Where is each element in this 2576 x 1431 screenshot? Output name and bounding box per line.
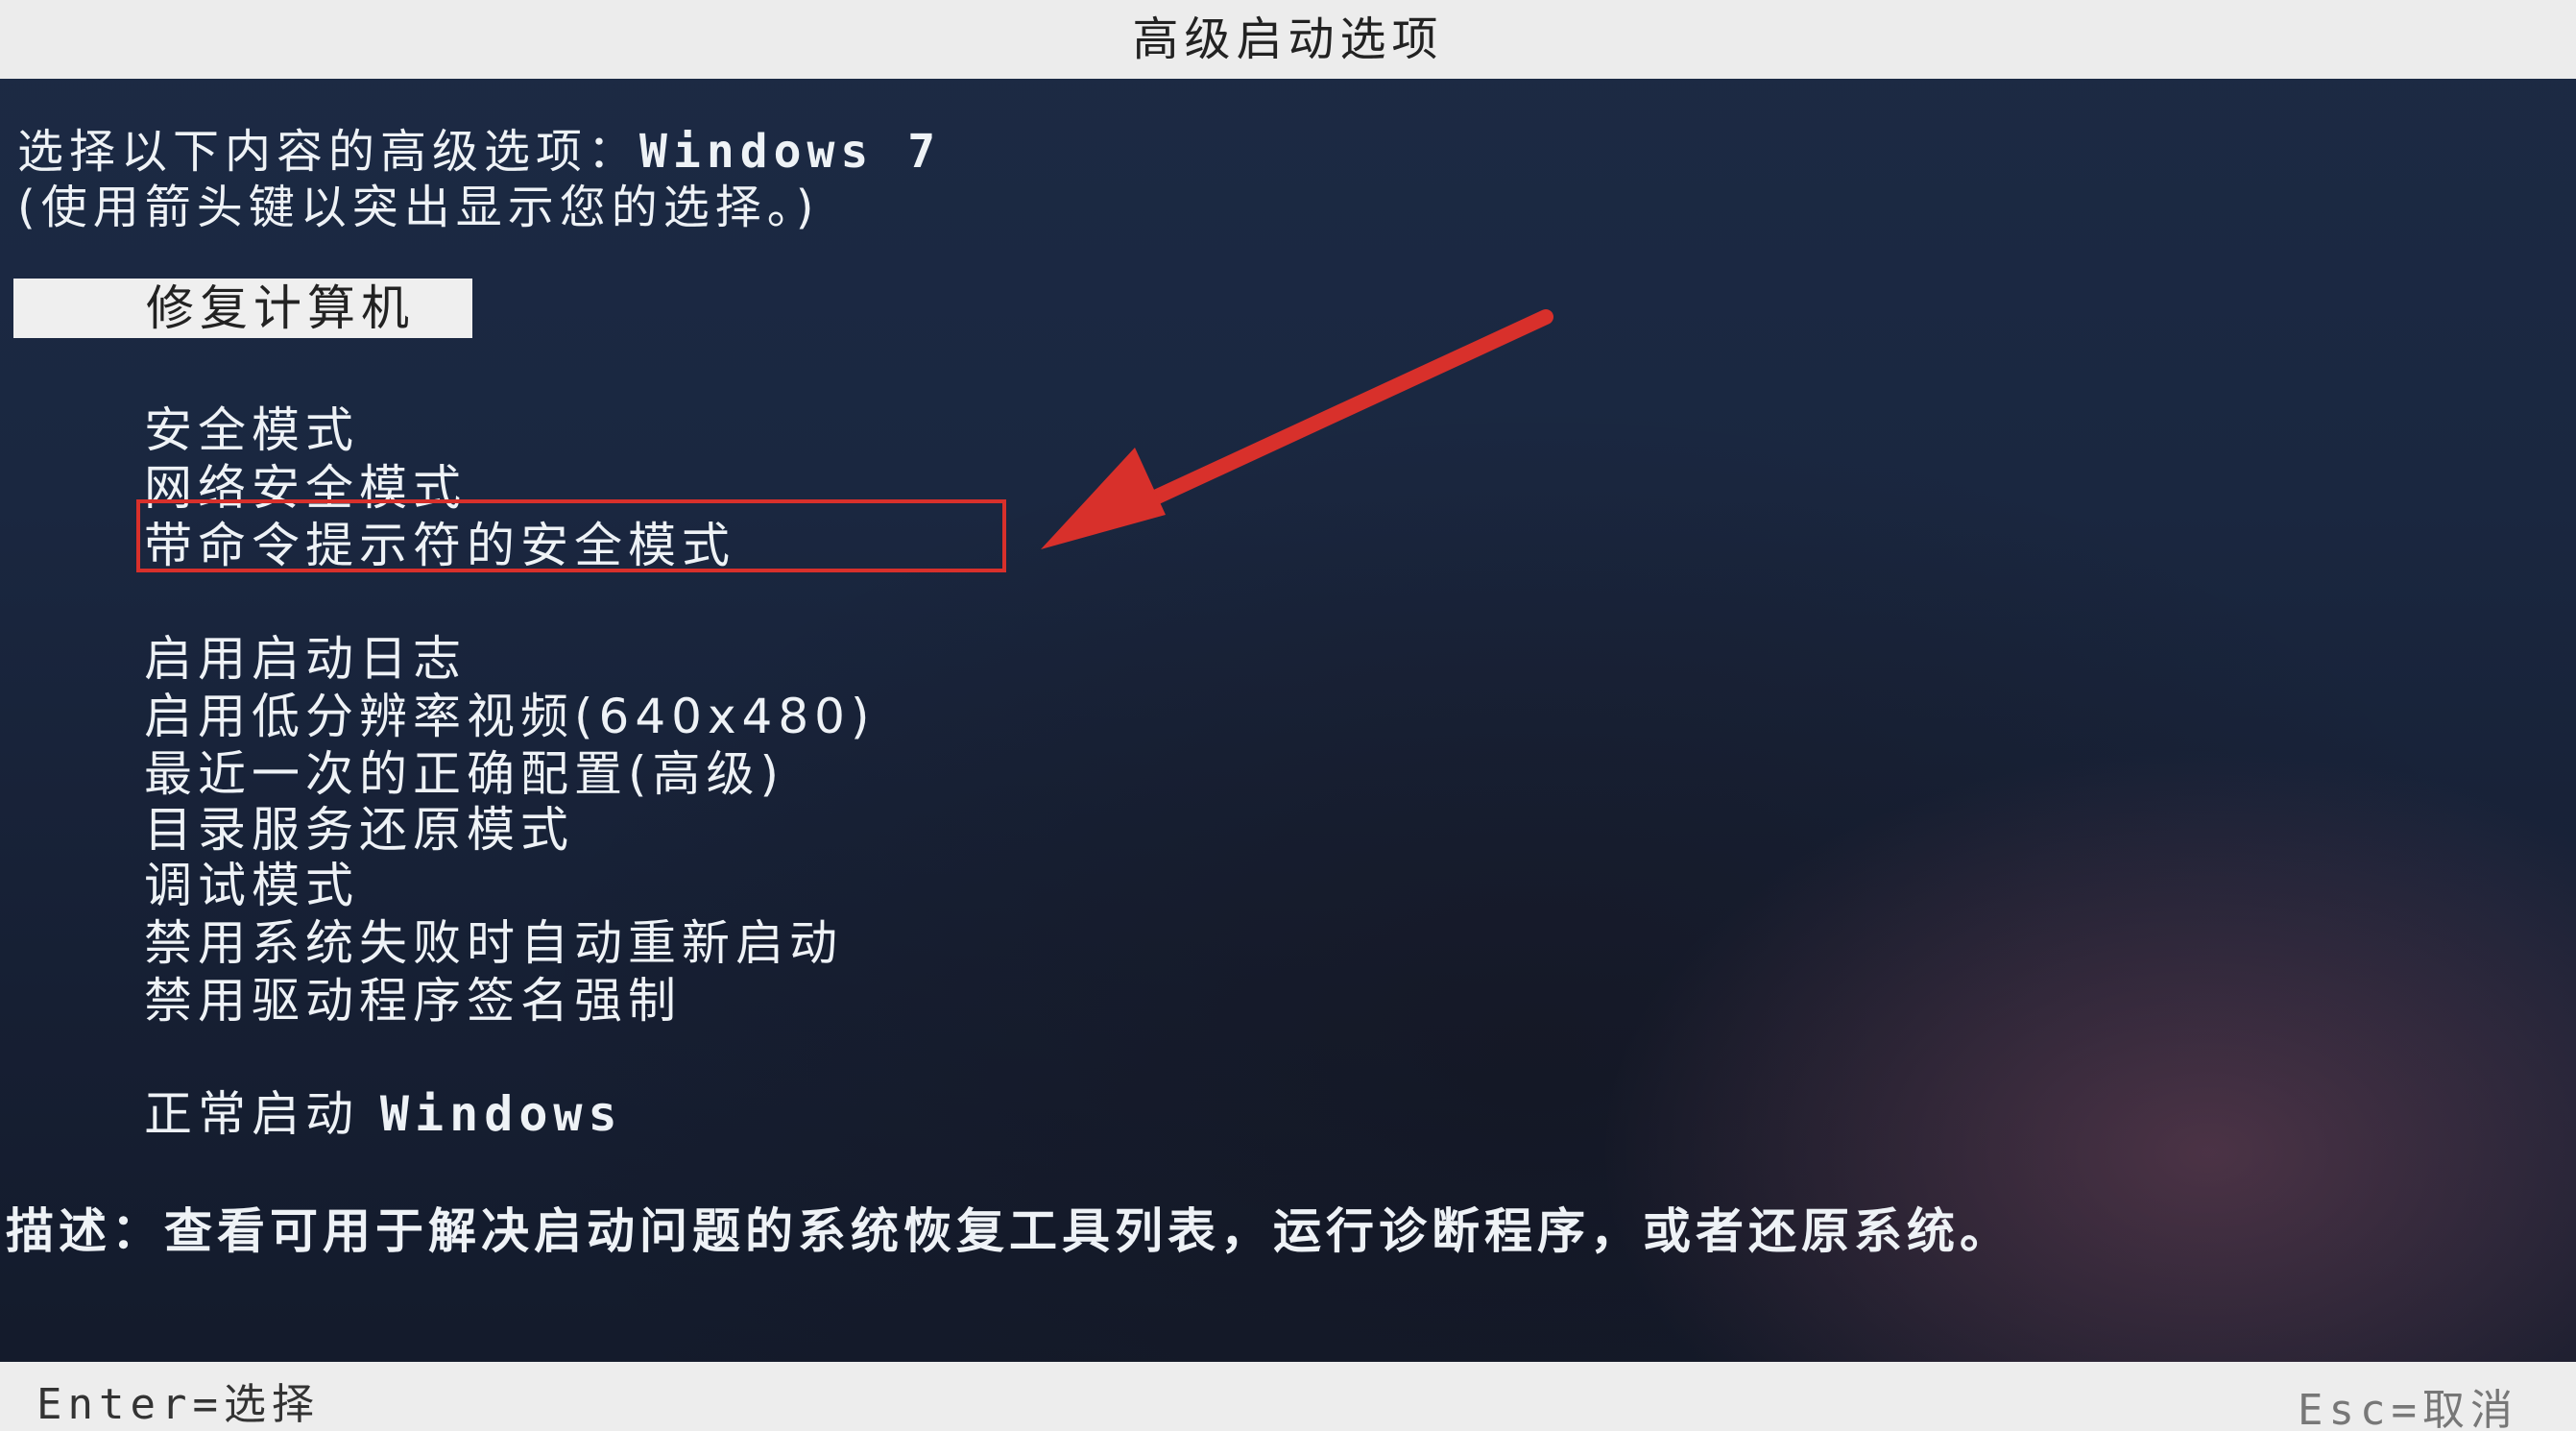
enter-key: Enter= — [36, 1380, 224, 1429]
footer-bar: Enter=选择 Esc=取消 — [0, 1362, 2576, 1431]
enter-hint: Enter=选择 — [36, 1370, 320, 1431]
menu-item-repair-computer[interactable]: 修复计算机 — [13, 279, 472, 338]
description-text: 描述：查看可用于解决启动问题的系统恢复工具列表，运行诊断程序，或者还原系统。 — [6, 1203, 2012, 1259]
prompt-line-2: (使用箭头键以突出显示您的选择。) — [17, 181, 820, 234]
menu-item-disable-driver-signature[interactable]: 禁用驱动程序签名强制 — [144, 962, 682, 1031]
esc-hint: Esc=取消 — [2298, 1375, 2518, 1431]
window-title: 高级启动选项 — [0, 0, 2576, 79]
esc-key: Esc= — [2298, 1386, 2422, 1431]
enter-action: 选择 — [223, 1380, 320, 1429]
annotation-highlight-box — [136, 499, 1006, 572]
annotation-arrow-icon — [1041, 309, 1553, 549]
esc-action: 取消 — [2422, 1386, 2518, 1431]
start-normally-os: Windows — [379, 1086, 623, 1142]
start-normally-label: 正常启动 — [144, 1086, 359, 1142]
boot-screen: 高级启动选项 选择以下内容的高级选项：Windows 7 (使用箭头键以突出显示… — [0, 0, 2576, 1431]
menu-item-start-normally[interactable]: 正常启动 Windows — [144, 1076, 623, 1145]
